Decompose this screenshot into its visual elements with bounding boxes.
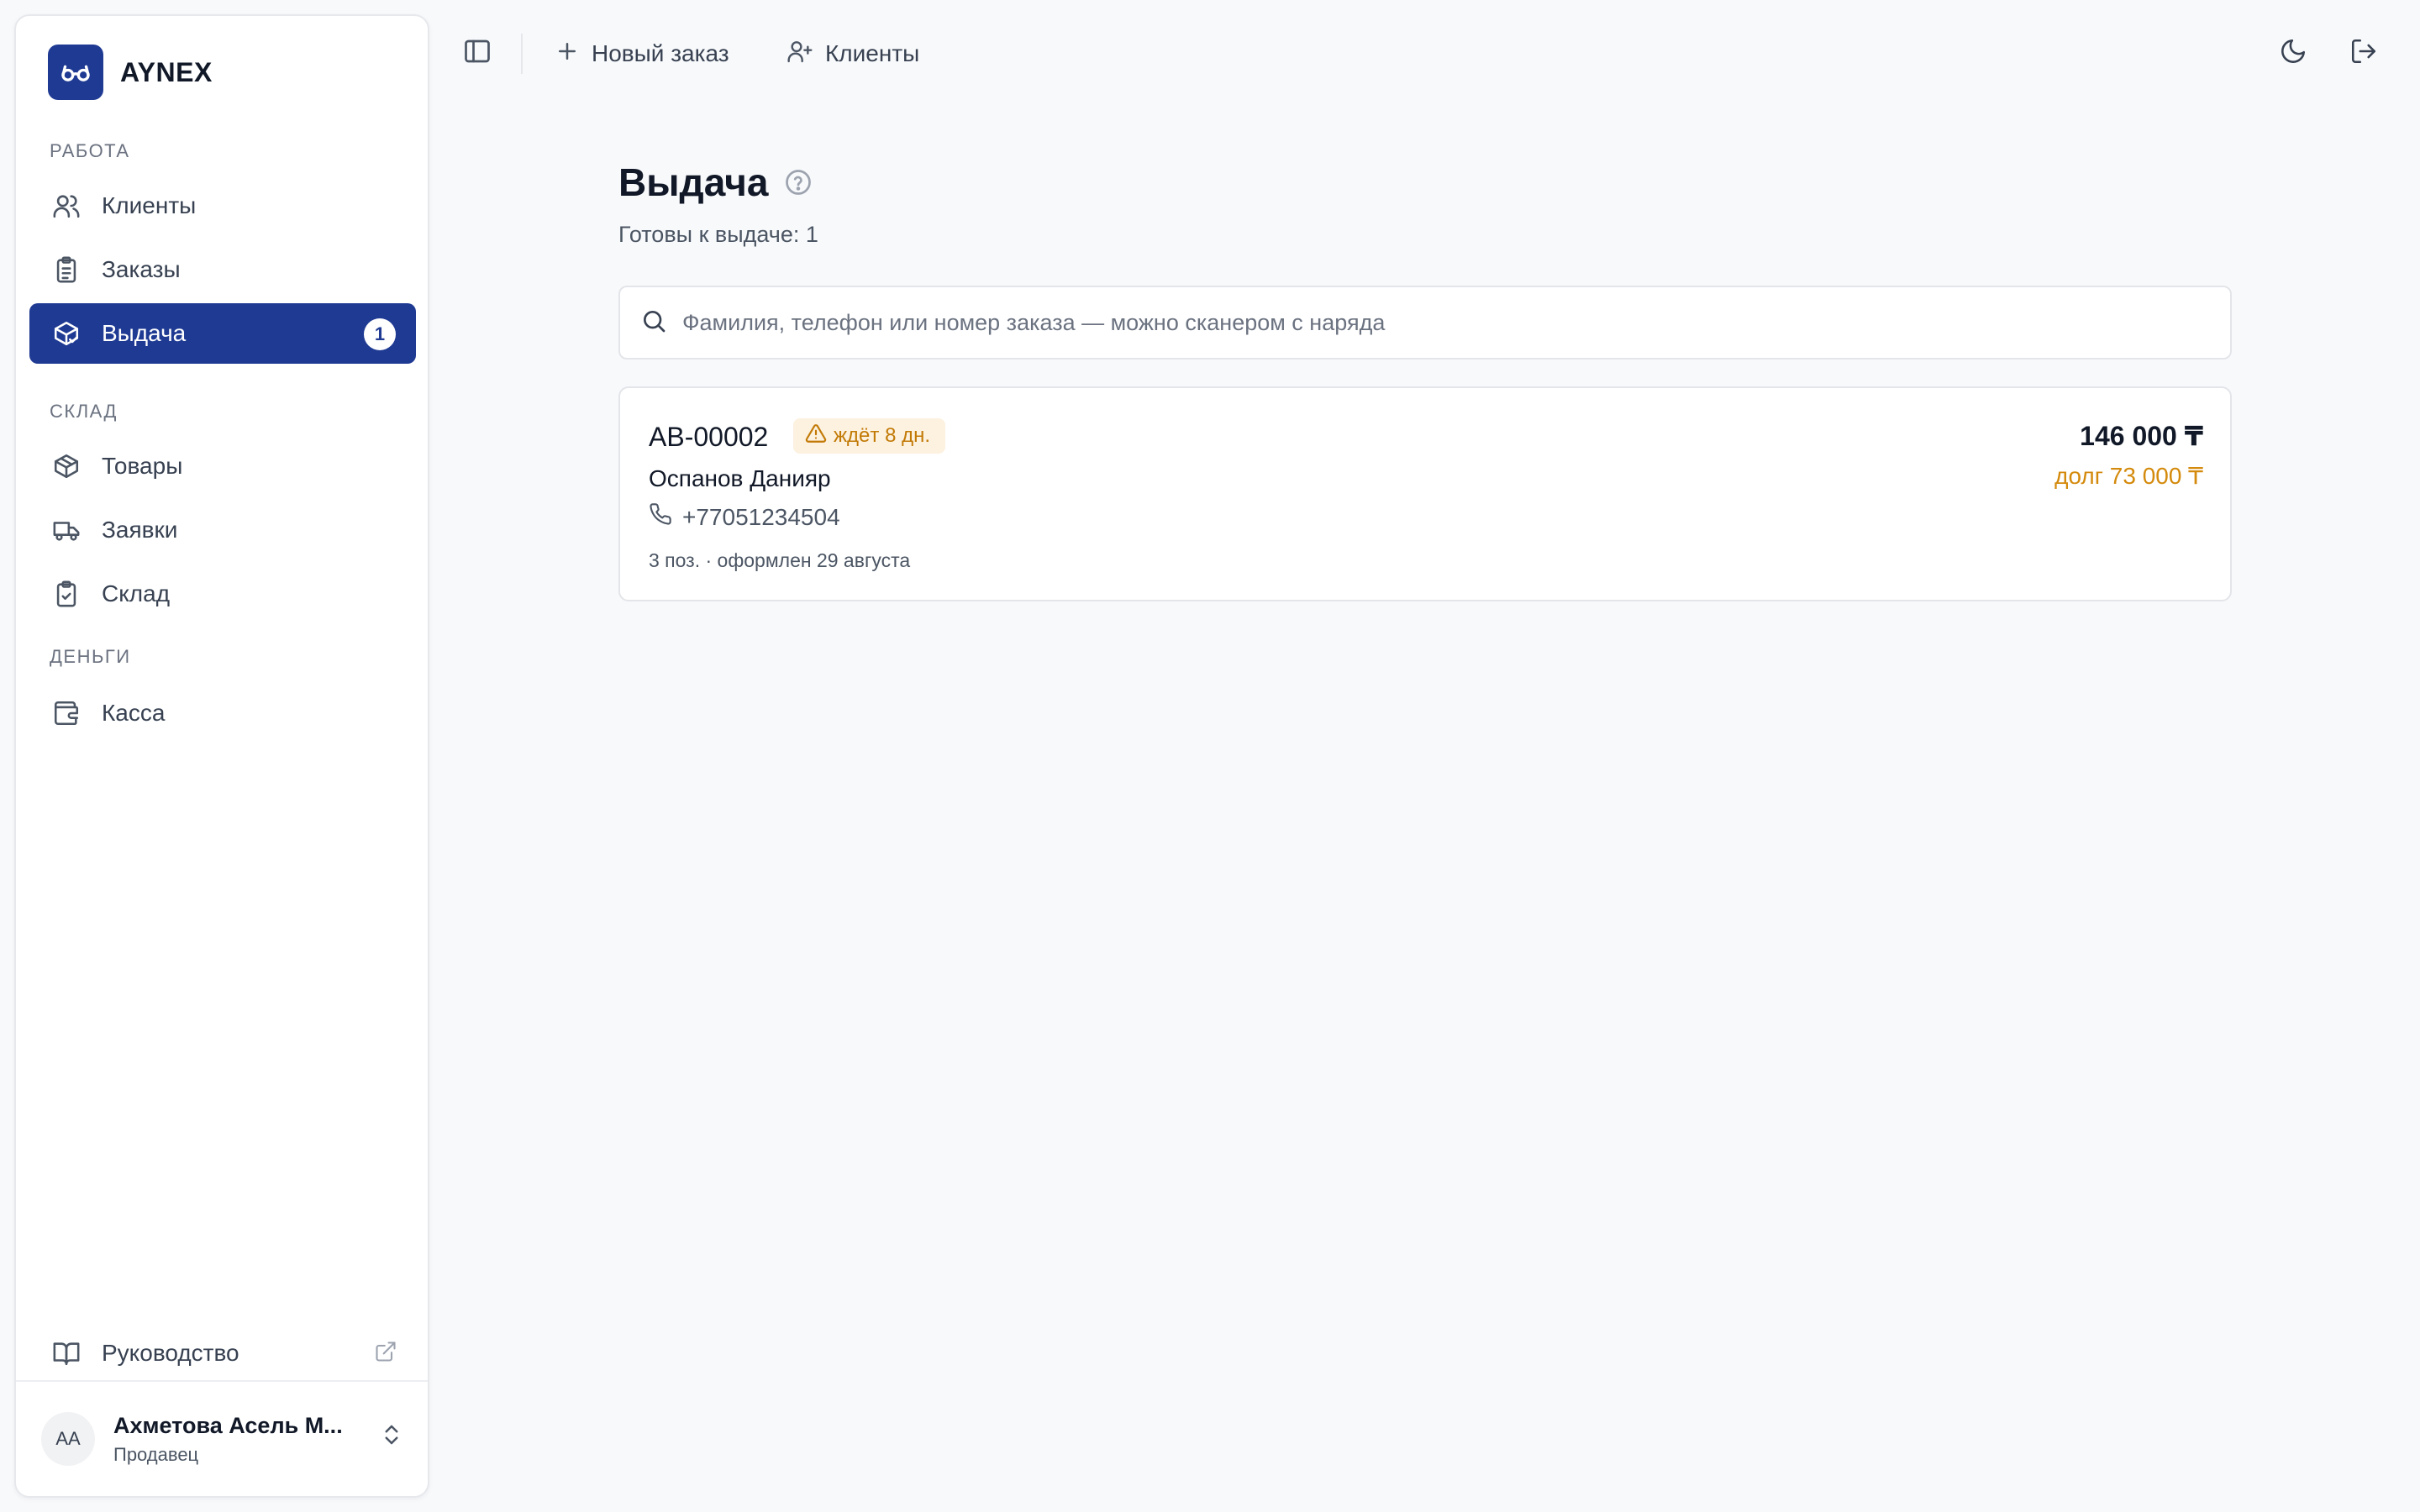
- section-label-work: РАБОТА: [50, 140, 130, 161]
- page-header: Выдача: [618, 160, 813, 205]
- sidebar-toggle-button[interactable]: [462, 25, 492, 82]
- glasses-icon: [48, 45, 103, 100]
- wallet-icon: [51, 698, 82, 728]
- sidebar-item-label: Касса: [102, 700, 166, 726]
- order-debt: долг 73 000 ₸: [2054, 463, 2203, 489]
- phone-number: +77051234504: [682, 503, 840, 530]
- search-box: [618, 286, 2232, 360]
- brand-name: AYNEX: [120, 56, 213, 87]
- sidebar-divider: [16, 1380, 428, 1382]
- client-name: Оспанов Данияр: [649, 465, 831, 491]
- external-link-icon: [374, 1340, 397, 1369]
- app-root: AYNEX РАБОТА Клиенты Заказы Выдача 1 СКЛ…: [0, 0, 2420, 1512]
- user-menu[interactable]: АА Ахметова Асель М... Продавец: [41, 1402, 411, 1476]
- ready-count: Готовы к выдаче: 1: [618, 222, 818, 247]
- section-label-money: ДЕНЬГИ: [50, 646, 131, 667]
- theme-toggle-button[interactable]: [2279, 25, 2307, 82]
- clients-button[interactable]: Клиенты: [786, 25, 919, 82]
- moon-icon: [2279, 37, 2307, 71]
- sidebar-item-label: Заявки: [102, 517, 178, 543]
- clipboard-list-icon: [51, 255, 82, 285]
- sidebar-item-guide[interactable]: Руководство: [29, 1323, 416, 1383]
- issue-count-badge: 1: [364, 318, 396, 350]
- plus-icon: [555, 39, 580, 70]
- sidebar-item-label: Заказы: [102, 256, 181, 282]
- avatar: АА: [41, 1412, 95, 1466]
- sidebar-item-label: Клиенты: [102, 192, 197, 218]
- sidebar-item-clients[interactable]: Клиенты: [29, 176, 416, 236]
- order-total: 146 000 ₸: [2080, 421, 2203, 451]
- sidebar-item-label: Товары: [102, 453, 183, 479]
- users-icon: [51, 191, 82, 221]
- user-plus-icon: [786, 38, 813, 71]
- brand[interactable]: AYNEX: [48, 45, 213, 100]
- waiting-text: ждёт 8 дн.: [834, 424, 931, 447]
- client-phone: +77051234504: [649, 502, 840, 532]
- order-id: АВ-00002: [649, 422, 769, 452]
- waiting-badge: ждёт 8 дн.: [793, 418, 946, 454]
- sidebar-toggle-icon: [462, 36, 492, 72]
- new-order-button[interactable]: Новый заказ: [555, 25, 729, 82]
- sidebar-item-orders[interactable]: Заказы: [29, 239, 416, 300]
- logout-icon: [2349, 37, 2378, 71]
- help-icon[interactable]: [783, 167, 813, 197]
- search-icon: [640, 307, 667, 339]
- sidebar-item-products[interactable]: Товары: [29, 436, 416, 496]
- box-icon: [51, 451, 82, 481]
- order-card[interactable]: АВ-00002 ждёт 8 дн. Оспанов Данияр +7705…: [618, 386, 2232, 601]
- search-input[interactable]: [682, 309, 2195, 336]
- topbar-divider: [521, 34, 523, 74]
- package-check-icon: [51, 318, 82, 349]
- user-name: Ахметова Асель М...: [113, 1412, 343, 1438]
- topbar: Новый заказ Клиенты: [445, 25, 2403, 82]
- sidebar-item-label: Склад: [102, 580, 171, 606]
- user-role: Продавец: [113, 1443, 199, 1465]
- chevrons-up-down-icon: [379, 1422, 404, 1452]
- truck-icon: [51, 515, 82, 545]
- clipboard-check-icon: [51, 579, 82, 609]
- clients-label: Клиенты: [825, 40, 920, 66]
- warning-icon: [805, 423, 827, 450]
- sidebar-item-cashbox[interactable]: Касса: [29, 683, 416, 743]
- new-order-label: Новый заказ: [592, 40, 729, 66]
- sidebar-item-issue[interactable]: Выдача 1: [29, 303, 416, 364]
- sidebar-item-warehouse[interactable]: Склад: [29, 564, 416, 624]
- page-title: Выдача: [618, 160, 769, 204]
- sidebar-item-label: Руководство: [102, 1340, 239, 1366]
- sidebar-item-requests[interactable]: Заявки: [29, 500, 416, 560]
- phone-icon: [649, 502, 672, 532]
- sidebar: AYNEX РАБОТА Клиенты Заказы Выдача 1 СКЛ…: [14, 14, 429, 1498]
- logout-button[interactable]: [2349, 25, 2378, 82]
- section-label-warehouse: СКЛАД: [50, 401, 118, 422]
- order-meta: 3 поз. · оформлен 29 августа: [649, 549, 911, 571]
- sidebar-item-label: Выдача: [102, 320, 187, 346]
- book-open-icon: [51, 1338, 82, 1368]
